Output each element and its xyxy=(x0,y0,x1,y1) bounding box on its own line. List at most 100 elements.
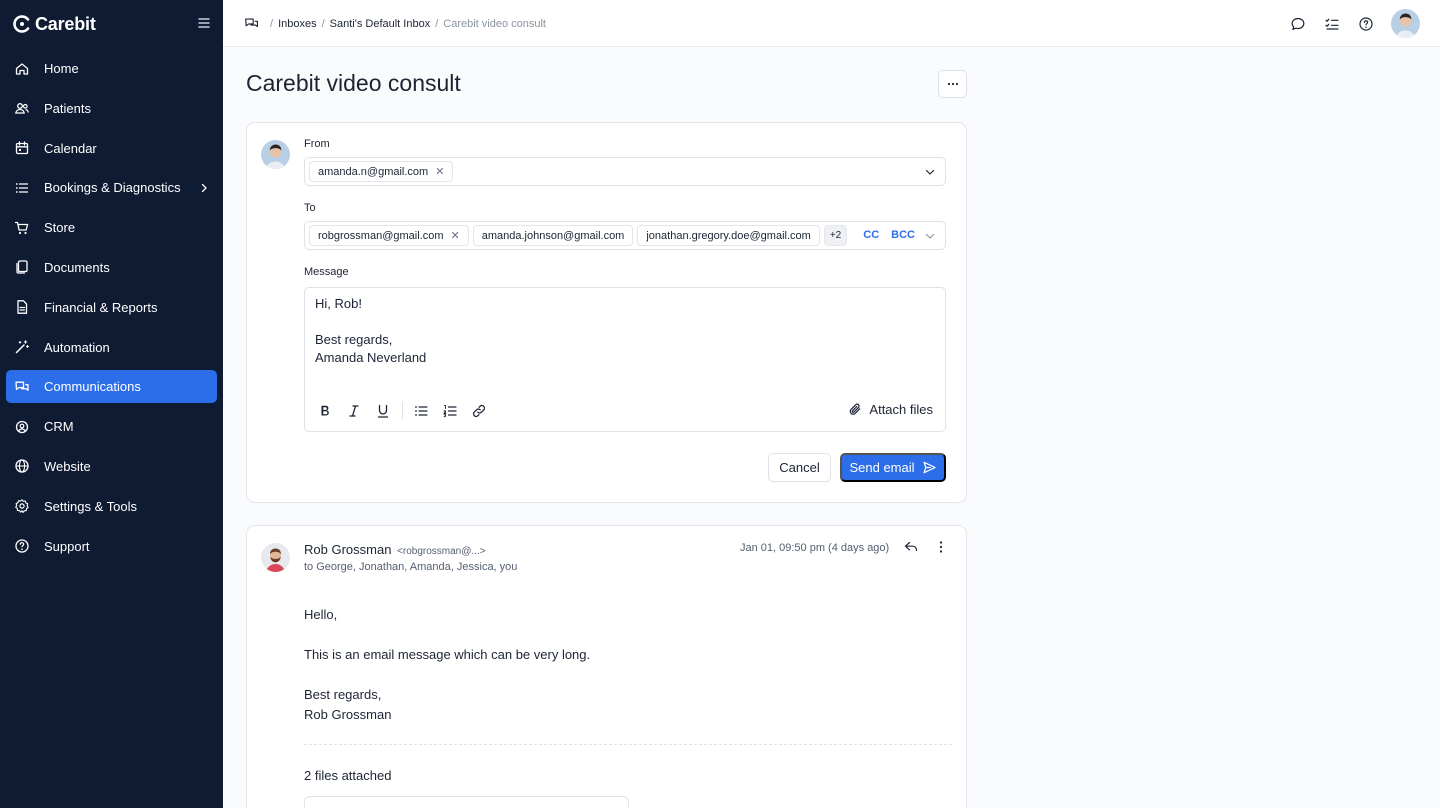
from-label: From xyxy=(304,138,330,150)
chevron-right-icon xyxy=(201,183,207,193)
attachments-count: 2 files attached xyxy=(304,768,392,783)
documents-icon xyxy=(16,260,28,275)
cc-bcc-toggles: CC BCC xyxy=(851,229,915,241)
carebit-logo-icon xyxy=(13,15,30,33)
wand-icon xyxy=(15,340,30,354)
underline-icon[interactable] xyxy=(375,403,391,419)
chat-icon xyxy=(15,381,29,391)
breadcrumb-inbox[interactable]: Santi's Default Inbox xyxy=(330,18,431,30)
recipients-line[interactable]: to George, Jonathan, Amanda, Jessica, yo… xyxy=(304,561,517,573)
message-line xyxy=(315,313,426,331)
more-horizontal-icon xyxy=(947,82,958,86)
more-recipients-badge[interactable]: +2 xyxy=(823,225,848,246)
breadcrumb-current: Carebit video consult xyxy=(443,17,546,30)
crm-icon xyxy=(15,420,29,433)
attachment-card[interactable] xyxy=(304,796,629,808)
toolbar-divider xyxy=(402,402,403,420)
to-field[interactable]: robgrossman@gmail.com ✕ amanda.johnson@gm… xyxy=(304,221,946,250)
sidebar-item-bookings[interactable]: Bookings & Diagnostics xyxy=(6,171,217,204)
email-timestamp: Jan 01, 09:50 pm (4 days ago) xyxy=(740,542,890,554)
body-line: Best regards, xyxy=(304,687,382,702)
attach-files-button[interactable]: Attach files xyxy=(848,402,933,417)
topbar-actions xyxy=(1272,9,1420,38)
more-actions-button[interactable] xyxy=(938,70,967,98)
sidebar-item-label: CRM xyxy=(44,419,74,435)
sidebar-item-communications[interactable]: Communications xyxy=(6,370,217,404)
sidebar-item-patients[interactable]: Patients xyxy=(6,92,217,125)
sidebar-item-label: Bookings & Diagnostics xyxy=(44,180,181,196)
from-chip[interactable]: amanda.n@gmail.com ✕ xyxy=(309,161,454,182)
message-editor[interactable]: Hi, Rob! Best regards, Amanda Neverland … xyxy=(304,287,946,432)
cc-button[interactable]: CC xyxy=(863,229,879,241)
email-body: Hello, This is an email message which ca… xyxy=(304,605,590,725)
chat-icon[interactable] xyxy=(244,16,259,31)
sidebar-item-label: Communications xyxy=(44,379,141,395)
sidebar-item-documents[interactable]: Documents xyxy=(6,251,217,284)
sender-info: Rob Grossman <robgrossman@...> xyxy=(304,542,486,557)
breadcrumb-separator: / xyxy=(321,17,325,30)
compose-card: From amanda.n@gmail.com ✕ To robgrossman@… xyxy=(246,122,967,503)
to-chip[interactable]: amanda.johnson@gmail.com xyxy=(472,225,634,246)
sidebar-item-settings[interactable]: Settings & Tools xyxy=(6,490,217,523)
attach-files-label: Attach files xyxy=(869,402,933,417)
user-avatar[interactable] xyxy=(1391,9,1420,38)
formatting-toolbar xyxy=(317,402,500,420)
chevron-down-icon[interactable] xyxy=(923,229,937,243)
users-icon xyxy=(15,103,29,114)
chevron-down-icon[interactable] xyxy=(923,165,937,179)
brand-logo[interactable]: Carebit xyxy=(12,13,96,35)
link-icon[interactable] xyxy=(471,403,487,419)
sender-avatar xyxy=(261,140,290,169)
sidebar-item-calendar[interactable]: Calendar xyxy=(6,132,217,165)
from-field[interactable]: amanda.n@gmail.com ✕ xyxy=(304,157,946,186)
bcc-button[interactable]: BCC xyxy=(891,229,915,241)
sidebar-item-store[interactable]: Store xyxy=(6,211,217,244)
reply-icon[interactable] xyxy=(903,539,919,555)
numbered-list-icon[interactable] xyxy=(442,403,458,419)
sidebar-item-label: Home xyxy=(44,61,79,76)
message-icon[interactable] xyxy=(1290,16,1306,32)
sidebar-item-label: Automation xyxy=(44,339,110,355)
sidebar-item-home[interactable]: Home xyxy=(6,52,217,85)
message-line: Best regards, xyxy=(315,332,393,347)
sidebar-item-financial[interactable]: Financial & Reports xyxy=(6,291,217,324)
remove-icon[interactable]: ✕ xyxy=(451,229,460,242)
body-line: Rob Grossman xyxy=(304,707,392,722)
cancel-button[interactable]: Cancel xyxy=(768,453,831,482)
send-icon xyxy=(922,461,936,474)
sidebar-item-crm[interactable]: CRM xyxy=(6,410,217,443)
sidebar-item-support[interactable]: Support xyxy=(6,530,217,563)
chip-text: amanda.n@gmail.com xyxy=(318,165,429,178)
sidebar-item-website[interactable]: Website xyxy=(6,450,217,483)
bold-icon[interactable] xyxy=(317,403,333,419)
message-line: Hi, Rob! xyxy=(315,296,362,311)
body-line: Hello, xyxy=(304,607,338,622)
divider xyxy=(304,744,952,745)
paperclip-icon xyxy=(850,403,861,415)
to-chip[interactable]: robgrossman@gmail.com ✕ xyxy=(309,225,469,246)
sidebar: Carebit Home Patients Calendar Bookings … xyxy=(0,0,223,808)
sidebar-item-label: Website xyxy=(44,458,91,474)
body-line: This is an email message which can be ve… xyxy=(304,647,591,662)
cart-icon xyxy=(14,221,29,234)
hamburger-menu-icon[interactable] xyxy=(196,15,212,31)
remove-icon[interactable]: ✕ xyxy=(435,165,444,178)
sidebar-nav: Home Patients Calendar Bookings & Diagno… xyxy=(6,52,217,569)
bullet-list-icon[interactable] xyxy=(413,403,429,419)
message-body[interactable]: Hi, Rob! Best regards, Amanda Neverland xyxy=(315,295,426,367)
sidebar-item-label: Patients xyxy=(44,100,91,116)
italic-icon[interactable] xyxy=(346,403,362,419)
page-title: Carebit video consult xyxy=(246,70,461,96)
sidebar-item-automation[interactable]: Automation xyxy=(6,331,217,364)
breadcrumb-inboxes[interactable]: Inboxes xyxy=(278,18,317,30)
to-chip[interactable]: jonathan.gregory.doe@gmail.com xyxy=(637,225,820,246)
send-email-button[interactable]: Send email xyxy=(840,453,946,482)
more-vertical-icon[interactable] xyxy=(933,539,949,555)
sender-email: <robgrossman@...> xyxy=(397,546,486,557)
tasks-icon[interactable] xyxy=(1324,16,1340,32)
help-icon[interactable] xyxy=(1358,16,1374,32)
breadcrumb-separator: / xyxy=(270,17,274,30)
brand-name: Carebit xyxy=(35,13,96,34)
help-icon xyxy=(15,539,29,553)
breadcrumb: / Inboxes / Santi's Default Inbox / Care… xyxy=(244,16,546,31)
